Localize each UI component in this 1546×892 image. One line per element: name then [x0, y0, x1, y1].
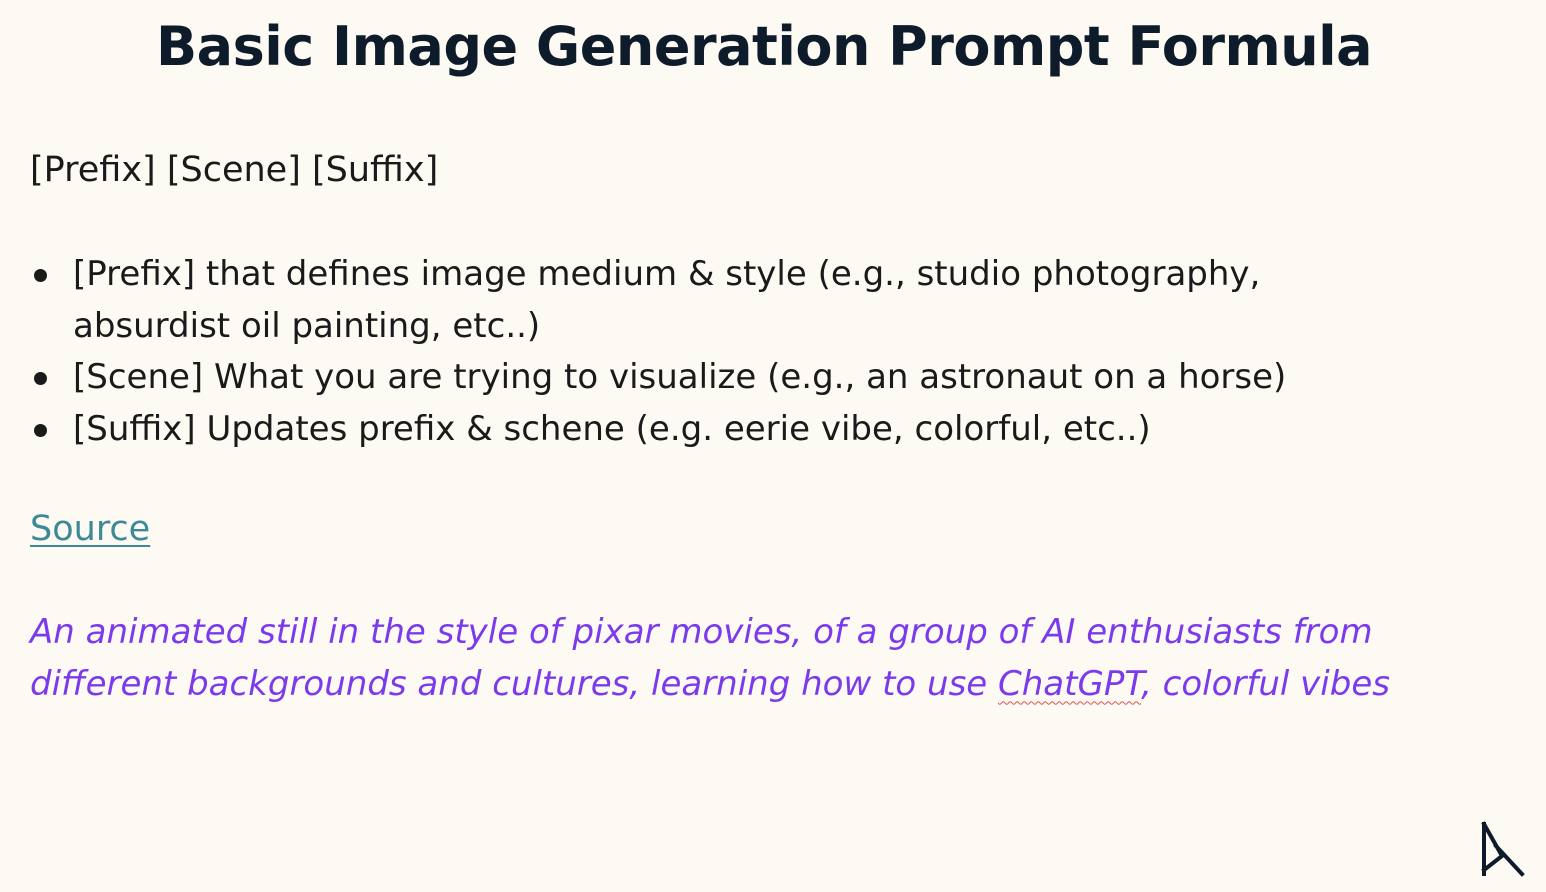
example-prompt-ending: , colorful vibes: [1141, 663, 1390, 704]
source-link[interactable]: Source: [30, 505, 150, 553]
formula-bullet-list: [Prefix] that defines image medium & sty…: [30, 249, 1330, 455]
bullet-icon: [34, 423, 47, 437]
bullet-icon: [34, 269, 47, 282]
bullet-text-suffix: [Suffix] Updates prefix & schene (e.g. e…: [73, 408, 1151, 449]
list-item: [Prefix] that defines image medium & sty…: [30, 249, 1330, 352]
spellcheck-flagged-word[interactable]: ChatGPT: [998, 664, 1141, 704]
list-item: [Suffix] Updates prefix & schene (e.g. e…: [30, 404, 1330, 456]
example-prompt: An animated still in the style of pixar …: [30, 607, 1470, 710]
bullet-icon: [34, 372, 47, 385]
list-item: [Scene] What you are trying to visualize…: [30, 352, 1330, 404]
bullet-text-scene: [Scene] What you are trying to visualize…: [73, 357, 1287, 397]
brand-logo-icon: [1481, 821, 1525, 877]
bullet-text-prefix: [Prefix] that defines image medium & sty…: [73, 254, 1261, 346]
prompt-formula: [Prefix] [Scene] [Suffix]: [30, 150, 439, 190]
page-title: Basic Image Generation Prompt Formula: [156, 15, 1373, 78]
